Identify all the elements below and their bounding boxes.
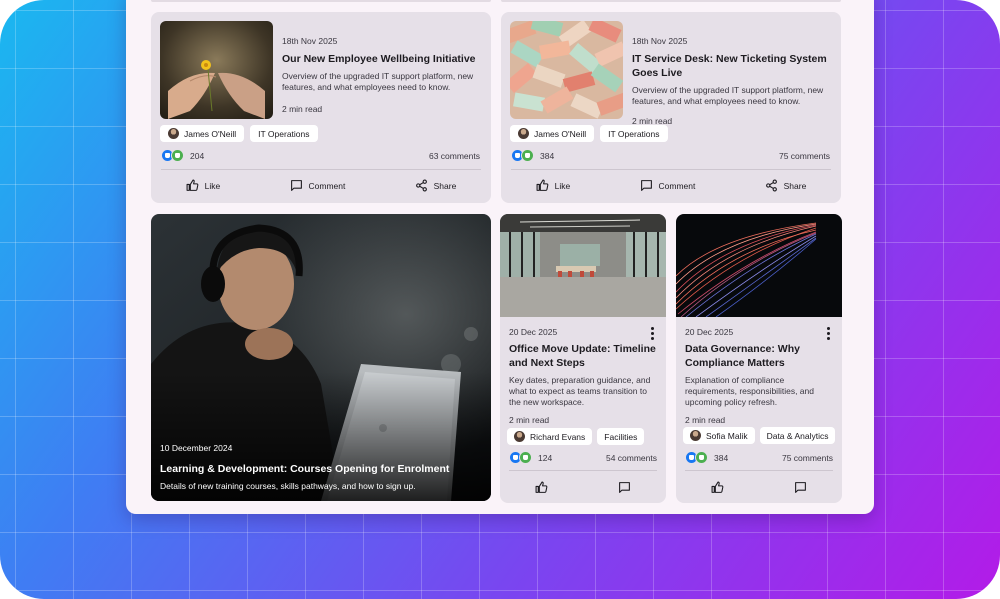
author-chip[interactable]: James O'Neill (510, 125, 595, 142)
celebrate-reaction-icon (521, 149, 534, 162)
share-button[interactable]: Share (765, 179, 807, 192)
card-date: 18th Nov 2025 (282, 36, 338, 46)
tag-label: Facilities (604, 431, 638, 442)
celebrate-reaction-icon (695, 451, 708, 464)
author-name: Sofia Malik (706, 430, 748, 441)
comment-count[interactable]: 75 comments (779, 151, 830, 161)
card-image-hands-flower[interactable] (160, 21, 273, 119)
tag-chip[interactable]: Data & Analytics (759, 427, 836, 444)
avatar (690, 430, 701, 441)
hero-title[interactable]: Learning & Development: Courses Opening … (160, 463, 481, 475)
card-image-tickets[interactable] (510, 21, 623, 119)
reaction-count: 124 (538, 452, 553, 463)
reaction-count: 384 (714, 452, 729, 463)
news-card[interactable]: 18th Nov 2025 Our New Employee Wellbeing… (151, 12, 491, 203)
celebrate-reaction-icon (171, 149, 184, 162)
card-title[interactable]: Office Move Update: Timeline and Next St… (509, 342, 657, 370)
tag-label: Data & Analytics (766, 430, 829, 441)
like-label: Like (554, 180, 571, 191)
comment-icon (640, 180, 652, 191)
tag-chip[interactable]: Facilities (597, 428, 645, 445)
thumbs-up-icon (711, 481, 724, 493)
divider (511, 169, 831, 170)
reaction-count: 384 (540, 150, 555, 161)
news-card[interactable]: 20 Dec 2025 Data Governance: Why Complia… (676, 214, 842, 503)
tag-label: IT Operations (608, 128, 660, 139)
comment-button[interactable] (618, 481, 631, 494)
card-date: 20 Dec 2025 (685, 327, 734, 337)
comment-icon (619, 482, 630, 493)
share-button[interactable]: Share (415, 179, 457, 192)
thumbs-up-icon (535, 481, 548, 493)
card-description: Overview of the upgraded IT support plat… (632, 85, 824, 106)
read-time: 2 min read (509, 415, 550, 425)
author-name: Richard Evans (530, 431, 586, 442)
news-card[interactable]: 20 Dec 2025 Office Move Update: Timeline… (500, 214, 666, 503)
like-button[interactable] (711, 481, 724, 494)
tag-chip[interactable]: IT Operations (250, 125, 318, 142)
share-icon (765, 179, 777, 192)
comment-button[interactable] (794, 481, 807, 494)
card-description: Explanation of compliance requirements, … (685, 375, 814, 407)
divider (685, 470, 833, 471)
author-chip[interactable]: James O'Neill (160, 125, 245, 142)
share-icon (415, 179, 427, 192)
avatar (168, 128, 179, 139)
hero-date: 10 December 2024 (160, 443, 233, 453)
divider (509, 470, 657, 471)
comment-button[interactable]: Comment (290, 179, 346, 192)
author-name: James O'Neill (184, 128, 237, 139)
reaction-icons[interactable] (685, 451, 708, 464)
featured-news-card[interactable]: 10 December 2024 Learning & Development:… (151, 214, 491, 501)
card-image-fiber-optics[interactable] (676, 214, 842, 317)
like-button[interactable]: Like (536, 179, 571, 192)
card-date: 18th Nov 2025 (632, 36, 688, 46)
card-description: Key dates, preparation guidance, and wha… (509, 375, 651, 407)
author-chip[interactable]: Richard Evans (507, 428, 593, 445)
divider (161, 169, 481, 170)
comment-label: Comment (658, 180, 696, 191)
reaction-icons[interactable] (509, 451, 532, 464)
card-title[interactable]: IT Service Desk: New Ticketing System Go… (632, 52, 831, 80)
comment-button[interactable]: Comment (640, 179, 696, 192)
hero-description: Details of new training courses, skills … (160, 481, 416, 491)
comment-icon (795, 482, 806, 493)
thumbs-up-icon (536, 179, 549, 191)
avatar (518, 128, 529, 139)
thumbs-up-icon (186, 179, 199, 191)
avatar (514, 431, 525, 442)
card-date: 20 Dec 2025 (509, 327, 558, 337)
card-title[interactable]: Data Governance: Why Compliance Matters (685, 342, 833, 370)
read-time: 2 min read (282, 104, 323, 114)
reaction-icons[interactable] (161, 149, 184, 162)
celebrate-reaction-icon (519, 451, 532, 464)
news-card[interactable]: 18th Nov 2025 IT Service Desk: New Ticke… (501, 12, 841, 203)
like-button[interactable]: Like (186, 179, 221, 192)
comment-count[interactable]: 75 comments (782, 453, 833, 463)
tag-chip[interactable]: IT Operations (600, 125, 668, 142)
card-title[interactable]: Our New Employee Wellbeing Initiative (282, 52, 481, 66)
comment-label: Comment (308, 180, 346, 191)
tag-label: IT Operations (258, 128, 310, 139)
like-button[interactable] (535, 481, 548, 494)
author-chip[interactable]: Sofia Malik (683, 427, 755, 444)
reaction-icons[interactable] (511, 149, 534, 162)
card-description: Overview of the upgraded IT support plat… (282, 71, 474, 92)
comment-icon (290, 180, 302, 191)
read-time: 2 min read (685, 415, 726, 425)
author-name: James O'Neill (534, 128, 587, 139)
share-label: Share (433, 180, 457, 191)
like-label: Like (204, 180, 221, 191)
comment-count[interactable]: 63 comments (429, 151, 480, 161)
comment-count[interactable]: 54 comments (606, 453, 657, 463)
share-label: Share (783, 180, 807, 191)
previous-card-edge (151, 0, 491, 2)
previous-card-edge (501, 0, 841, 2)
reaction-count: 204 (190, 150, 205, 161)
card-image-office[interactable] (500, 214, 666, 317)
